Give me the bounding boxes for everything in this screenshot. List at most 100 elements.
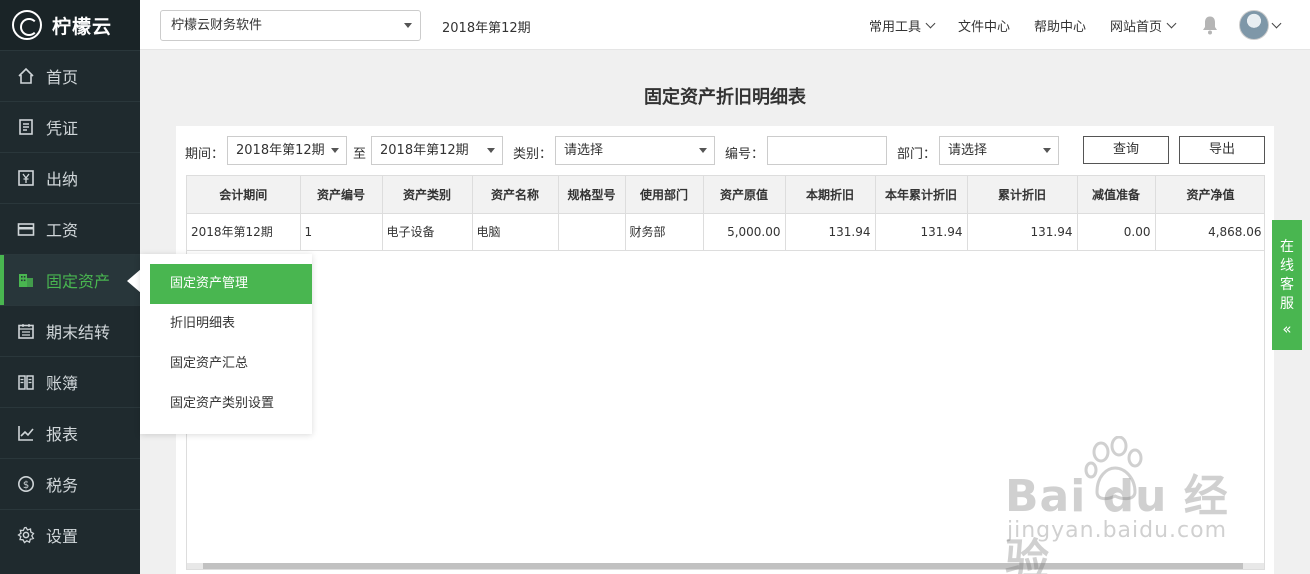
account-select-value: 柠檬云财务软件	[171, 18, 263, 33]
watermark-main: Bai du 经验	[1005, 471, 1229, 574]
column-header[interactable]: 累计折旧	[967, 176, 1078, 214]
table-cell: 1	[300, 213, 383, 251]
period-from-value: 2018年第12期	[236, 143, 325, 158]
table-cell: 131.94	[785, 213, 876, 251]
brand-name: 柠檬云	[52, 15, 113, 38]
column-header[interactable]: 减值准备	[1077, 176, 1156, 214]
page-title: 固定资产折旧明细表	[644, 87, 806, 108]
yen-icon	[16, 168, 36, 188]
column-header[interactable]: 使用部门	[625, 176, 704, 214]
svg-text:$: $	[23, 480, 29, 491]
brand[interactable]: 柠檬云	[0, 0, 140, 50]
sidebar-item-voucher[interactable]: 凭证	[0, 101, 140, 152]
help-center-label: 帮助中心	[1033, 19, 1086, 35]
period-to-select[interactable]: 2018年第12期	[371, 136, 503, 165]
sidebar-item-label: 报表	[46, 425, 79, 444]
column-header[interactable]: 资产名称	[472, 176, 559, 214]
tools-menu-label: 常用工具	[868, 19, 921, 35]
sidebar-item-salary[interactable]: 工资	[0, 203, 140, 254]
number-input[interactable]	[767, 136, 887, 165]
top-links: 常用工具 文件中心 帮助中心 网站首页	[845, 0, 1282, 50]
submenu-item-depreciation-detail[interactable]: 折旧明细表	[150, 304, 312, 344]
dollar-icon: $	[16, 474, 36, 494]
table-cell: 电子设备	[382, 213, 473, 251]
double-chevron-left-icon: «	[1282, 320, 1292, 338]
sidebar-item-reports[interactable]: 报表	[0, 407, 140, 458]
dept-label: 部门：	[897, 147, 937, 162]
sidebar-item-label: 凭证	[46, 119, 79, 138]
account-select[interactable]: 柠檬云财务软件	[160, 10, 421, 41]
caret-down-icon	[699, 148, 707, 153]
online-service-label: 在线客服	[1280, 239, 1294, 312]
sidebar-item-label: 工资	[46, 221, 79, 240]
period-to-value: 2018年第12期	[380, 143, 469, 158]
sidebar-item-ledger[interactable]: 账簿	[0, 356, 140, 407]
help-center-link[interactable]: 帮助中心	[1034, 16, 1086, 35]
sidebar-item-fixed-assets[interactable]: 固定资产	[0, 254, 141, 305]
sidebar-item-period-end[interactable]: 期末结转	[0, 305, 140, 356]
table-cell: 0.00	[1077, 213, 1156, 251]
sidebar-item-label: 设置	[46, 527, 79, 546]
document-icon	[16, 117, 36, 137]
caret-down-icon	[331, 148, 339, 153]
current-period: 2018年第12期	[442, 21, 531, 36]
sidebar-item-label: 账簿	[46, 374, 79, 393]
calendar-icon	[16, 321, 36, 341]
query-button[interactable]: 查询	[1083, 136, 1169, 164]
sidebar-item-label: 出纳	[46, 170, 79, 189]
column-header[interactable]: 规格型号	[558, 176, 626, 214]
site-home-menu[interactable]: 网站首页	[1109, 16, 1177, 35]
category-label: 类别：	[513, 147, 553, 162]
table-row[interactable]: 2018年第12期 1 电子设备 电脑 财务部 5,000.00 131.94 …	[187, 213, 1264, 251]
sidebar-item-cashier[interactable]: 出纳	[0, 152, 140, 203]
caret-down-icon	[1043, 148, 1051, 153]
chevron-down-icon[interactable]	[1271, 18, 1282, 28]
tools-menu[interactable]: 常用工具	[868, 16, 936, 35]
file-center-label: 文件中心	[957, 19, 1010, 35]
submenu-item-category-settings[interactable]: 固定资产类别设置	[150, 384, 312, 424]
site-home-label: 网站首页	[1109, 19, 1162, 35]
sidebar-item-label: 首页	[46, 68, 79, 87]
sidebar-item-settings[interactable]: 设置	[0, 509, 140, 560]
column-header[interactable]: 资产净值	[1155, 176, 1264, 214]
sidebar-item-home[interactable]: 首页	[0, 50, 140, 101]
watermark-url: jingyan.baidu.com	[1007, 518, 1228, 543]
chevron-down-icon	[925, 18, 936, 28]
submenu-item-asset-management[interactable]: 固定资产管理	[150, 264, 312, 304]
sidebar-item-tax[interactable]: $ 税务	[0, 458, 140, 509]
sidebar-item-label: 税务	[46, 476, 79, 495]
column-header[interactable]: 资产编号	[300, 176, 383, 214]
sidebar: 柠檬云 首页 凭证 出纳 工资 固定资产 期末结转 账簿 报表 $ 税务 设置	[0, 0, 141, 574]
dept-select[interactable]: 请选择	[939, 136, 1059, 165]
fixed-assets-submenu: 固定资产管理 折旧明细表 固定资产汇总 固定资产类别设置	[140, 254, 312, 434]
dept-select-value: 请选择	[948, 143, 988, 158]
table-cell: 财务部	[625, 213, 704, 251]
category-select[interactable]: 请选择	[555, 136, 715, 165]
period-from-select[interactable]: 2018年第12期	[227, 136, 347, 165]
column-header[interactable]: 资产类别	[382, 176, 473, 214]
submenu-item-asset-summary[interactable]: 固定资产汇总	[150, 344, 312, 384]
bell-icon[interactable]	[1201, 15, 1219, 35]
online-service-tab[interactable]: 在线客服 «	[1272, 220, 1302, 350]
file-center-link[interactable]: 文件中心	[958, 16, 1010, 35]
export-button[interactable]: 导出	[1179, 136, 1265, 164]
sidebar-item-label: 固定资产	[46, 272, 111, 291]
filter-bar: 期间： 2018年第12期 至 2018年第12期 类别： 请选择 编号： 部门…	[176, 136, 1274, 166]
avatar[interactable]	[1239, 10, 1269, 40]
gear-icon	[16, 525, 36, 545]
table-cell: 131.94	[875, 213, 968, 251]
home-icon	[16, 66, 36, 86]
table-cell: 5,000.00	[703, 213, 786, 251]
table-cell	[558, 213, 626, 251]
building-icon	[16, 270, 36, 290]
caret-down-icon	[404, 23, 412, 28]
baidu-watermark: Bai du 经验 jingyan.baidu.com	[1005, 436, 1245, 574]
table-cell: 4,868.06	[1155, 213, 1264, 251]
column-header[interactable]: 本年累计折旧	[875, 176, 968, 214]
column-header[interactable]: 本期折旧	[785, 176, 876, 214]
lemon-logo-icon	[12, 10, 42, 40]
to-label: 至	[353, 147, 367, 162]
column-header[interactable]: 资产原值	[703, 176, 786, 214]
card-icon	[16, 219, 36, 239]
column-header[interactable]: 会计期间	[187, 176, 301, 214]
